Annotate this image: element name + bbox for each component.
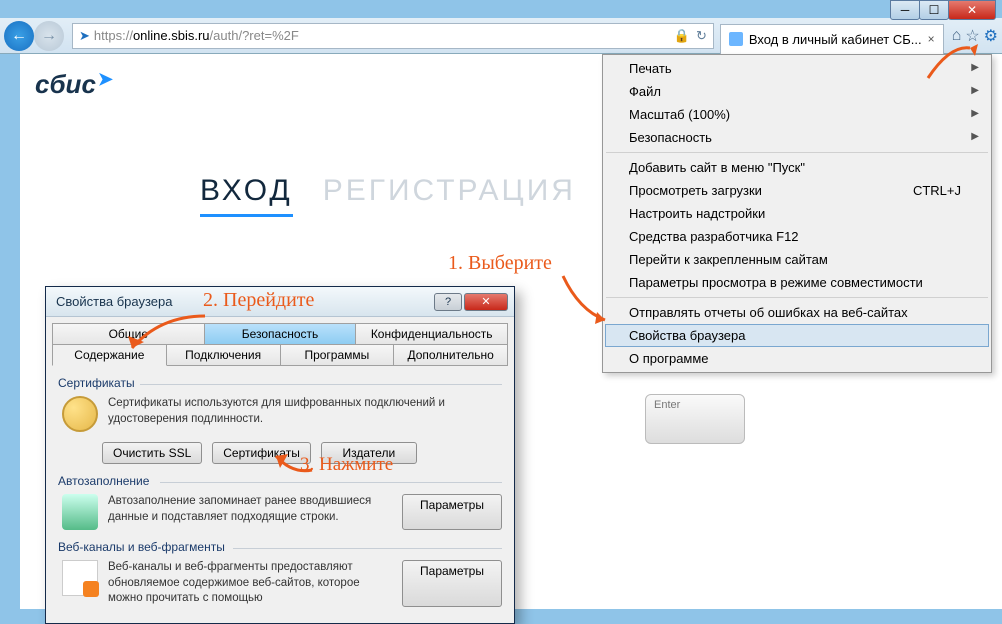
logo-bird-icon: ➤: [98, 69, 113, 89]
menu-add-start[interactable]: Добавить сайт в меню "Пуск": [605, 156, 989, 179]
tab-connections[interactable]: Подключения: [166, 344, 281, 366]
dialog-close-button[interactable]: ✕: [464, 293, 508, 311]
home-icon[interactable]: ⌂: [952, 27, 962, 45]
dialog-titlebar[interactable]: Свойства браузера ? ✕: [46, 287, 514, 317]
tab-programs[interactable]: Программы: [280, 344, 395, 366]
menu-addons[interactable]: Настроить надстройки: [605, 202, 989, 225]
favicon: [729, 32, 743, 46]
menu-about[interactable]: О программе: [605, 347, 989, 370]
tab-advanced[interactable]: Дополнительно: [393, 344, 508, 366]
nav-arrows: ← →: [4, 21, 64, 51]
dialog-help-button[interactable]: ?: [434, 293, 462, 311]
address-bar[interactable]: ➤ https://online.sbis.ru/auth/?ret=%2F 🔒…: [72, 23, 714, 49]
dialog-body: Сертификаты Сертификаты используются для…: [46, 366, 514, 623]
tab-close-icon[interactable]: ×: [928, 32, 935, 46]
rss-icon: [62, 560, 98, 596]
dialog-tabs-row2: Содержание Подключения Программы Дополни…: [52, 344, 508, 366]
url-path: /auth/?ret=%2F: [210, 28, 299, 43]
sbis-logo: сбис➤: [35, 69, 111, 100]
auth-tabs: ВХОД РЕГИСТРАЦИЯ: [200, 174, 576, 217]
settings-gear-icon[interactable]: ⚙: [984, 26, 998, 46]
lock-icon[interactable]: 🔒: [674, 28, 690, 44]
back-button[interactable]: ←: [4, 21, 34, 51]
logo-text: сбис: [35, 69, 96, 99]
feeds-group-title: Веб-каналы и веб-фрагменты: [58, 540, 502, 554]
close-button[interactable]: ✕: [948, 0, 996, 20]
tab-general[interactable]: Общие: [52, 323, 205, 345]
browser-navbar: ← → ➤ https://online.sbis.ru/auth/?ret=%…: [0, 18, 1002, 54]
dialog-title: Свойства браузера: [56, 294, 172, 309]
menu-file[interactable]: Файл▶: [605, 80, 989, 103]
register-tab[interactable]: РЕГИСТРАЦИЯ: [323, 174, 576, 217]
autofill-icon: [62, 494, 98, 530]
menu-devtools[interactable]: Средства разработчика F12: [605, 225, 989, 248]
url-scheme: https://: [94, 28, 133, 43]
certificates-desc: Сертификаты используются для шифрованных…: [108, 396, 502, 432]
menu-safety[interactable]: Безопасность▶: [605, 126, 989, 149]
site-icon: ➤: [79, 28, 90, 44]
window-controls: ─ ☐ ✕: [891, 0, 996, 20]
dialog-tabs-row1: Общие Безопасность Конфиденциальность: [52, 323, 508, 345]
submenu-arrow-icon: ▶: [971, 62, 979, 73]
toolbar-icons: ⌂ ☆ ⚙: [952, 26, 998, 46]
submenu-arrow-icon: ▶: [971, 85, 979, 96]
menu-separator: [606, 297, 988, 298]
certificates-group: Сертификаты используются для шифрованных…: [58, 392, 502, 436]
menu-zoom[interactable]: Масштаб (100%)▶: [605, 103, 989, 126]
feeds-group: Веб-каналы и веб-фрагменты предоставляют…: [58, 556, 502, 611]
menu-compat[interactable]: Параметры просмотра в режиме совместимос…: [605, 271, 989, 294]
menu-internet-options[interactable]: Свойства браузера: [605, 324, 989, 347]
submenu-arrow-icon: ▶: [971, 131, 979, 142]
autofill-settings-button[interactable]: Параметры: [402, 494, 502, 530]
forward-button[interactable]: →: [34, 21, 64, 51]
tab-security[interactable]: Безопасность: [204, 323, 357, 345]
shortcut-label: CTRL+J: [913, 183, 961, 198]
menu-downloads[interactable]: Просмотреть загрузкиCTRL+J: [605, 179, 989, 202]
publishers-button[interactable]: Издатели: [321, 442, 417, 464]
clear-ssl-button[interactable]: Очистить SSL: [102, 442, 202, 464]
maximize-button[interactable]: ☐: [919, 0, 949, 20]
internet-options-dialog: Свойства браузера ? ✕ Общие Безопасность…: [45, 286, 515, 624]
browser-tab[interactable]: Вход в личный кабинет СБ... ×: [720, 24, 944, 54]
autofill-group: Автозаполнение запоминает ранее вводивши…: [58, 490, 502, 534]
feeds-desc: Веб-каналы и веб-фрагменты предоставляют…: [108, 560, 392, 607]
submenu-arrow-icon: ▶: [971, 108, 979, 119]
tab-title: Вход в личный кабинет СБ...: [749, 32, 922, 47]
tab-content[interactable]: Содержание: [52, 344, 167, 366]
login-tab[interactable]: ВХОД: [200, 174, 293, 217]
menu-print[interactable]: Печать▶: [605, 57, 989, 80]
refresh-icon[interactable]: ↻: [696, 28, 707, 44]
minimize-button[interactable]: ─: [890, 0, 920, 20]
certificates-button[interactable]: Сертификаты: [212, 442, 311, 464]
favorites-icon[interactable]: ☆: [965, 26, 979, 46]
settings-menu: Печать▶ Файл▶ Масштаб (100%)▶ Безопаснос…: [602, 54, 992, 373]
certificates-group-title: Сертификаты: [58, 376, 502, 390]
autofill-group-title: Автозаполнение: [58, 474, 502, 488]
tab-privacy[interactable]: Конфиденциальность: [355, 323, 508, 345]
autofill-desc: Автозаполнение запоминает ранее вводивши…: [108, 494, 392, 530]
enter-key-cap: Enter: [645, 394, 745, 444]
certificate-icon: [62, 396, 98, 432]
menu-separator: [606, 152, 988, 153]
certificates-buttons: Очистить SSL Сертификаты Издатели: [102, 442, 502, 464]
menu-error-reports[interactable]: Отправлять отчеты об ошибках на веб-сайт…: [605, 301, 989, 324]
enter-key-graphic: Enter: [645, 394, 755, 464]
feeds-settings-button[interactable]: Параметры: [402, 560, 502, 607]
menu-pinned[interactable]: Перейти к закрепленным сайтам: [605, 248, 989, 271]
url-bar-icons: 🔒 ↻: [674, 28, 707, 44]
url-host: online.sbis.ru: [133, 28, 210, 43]
